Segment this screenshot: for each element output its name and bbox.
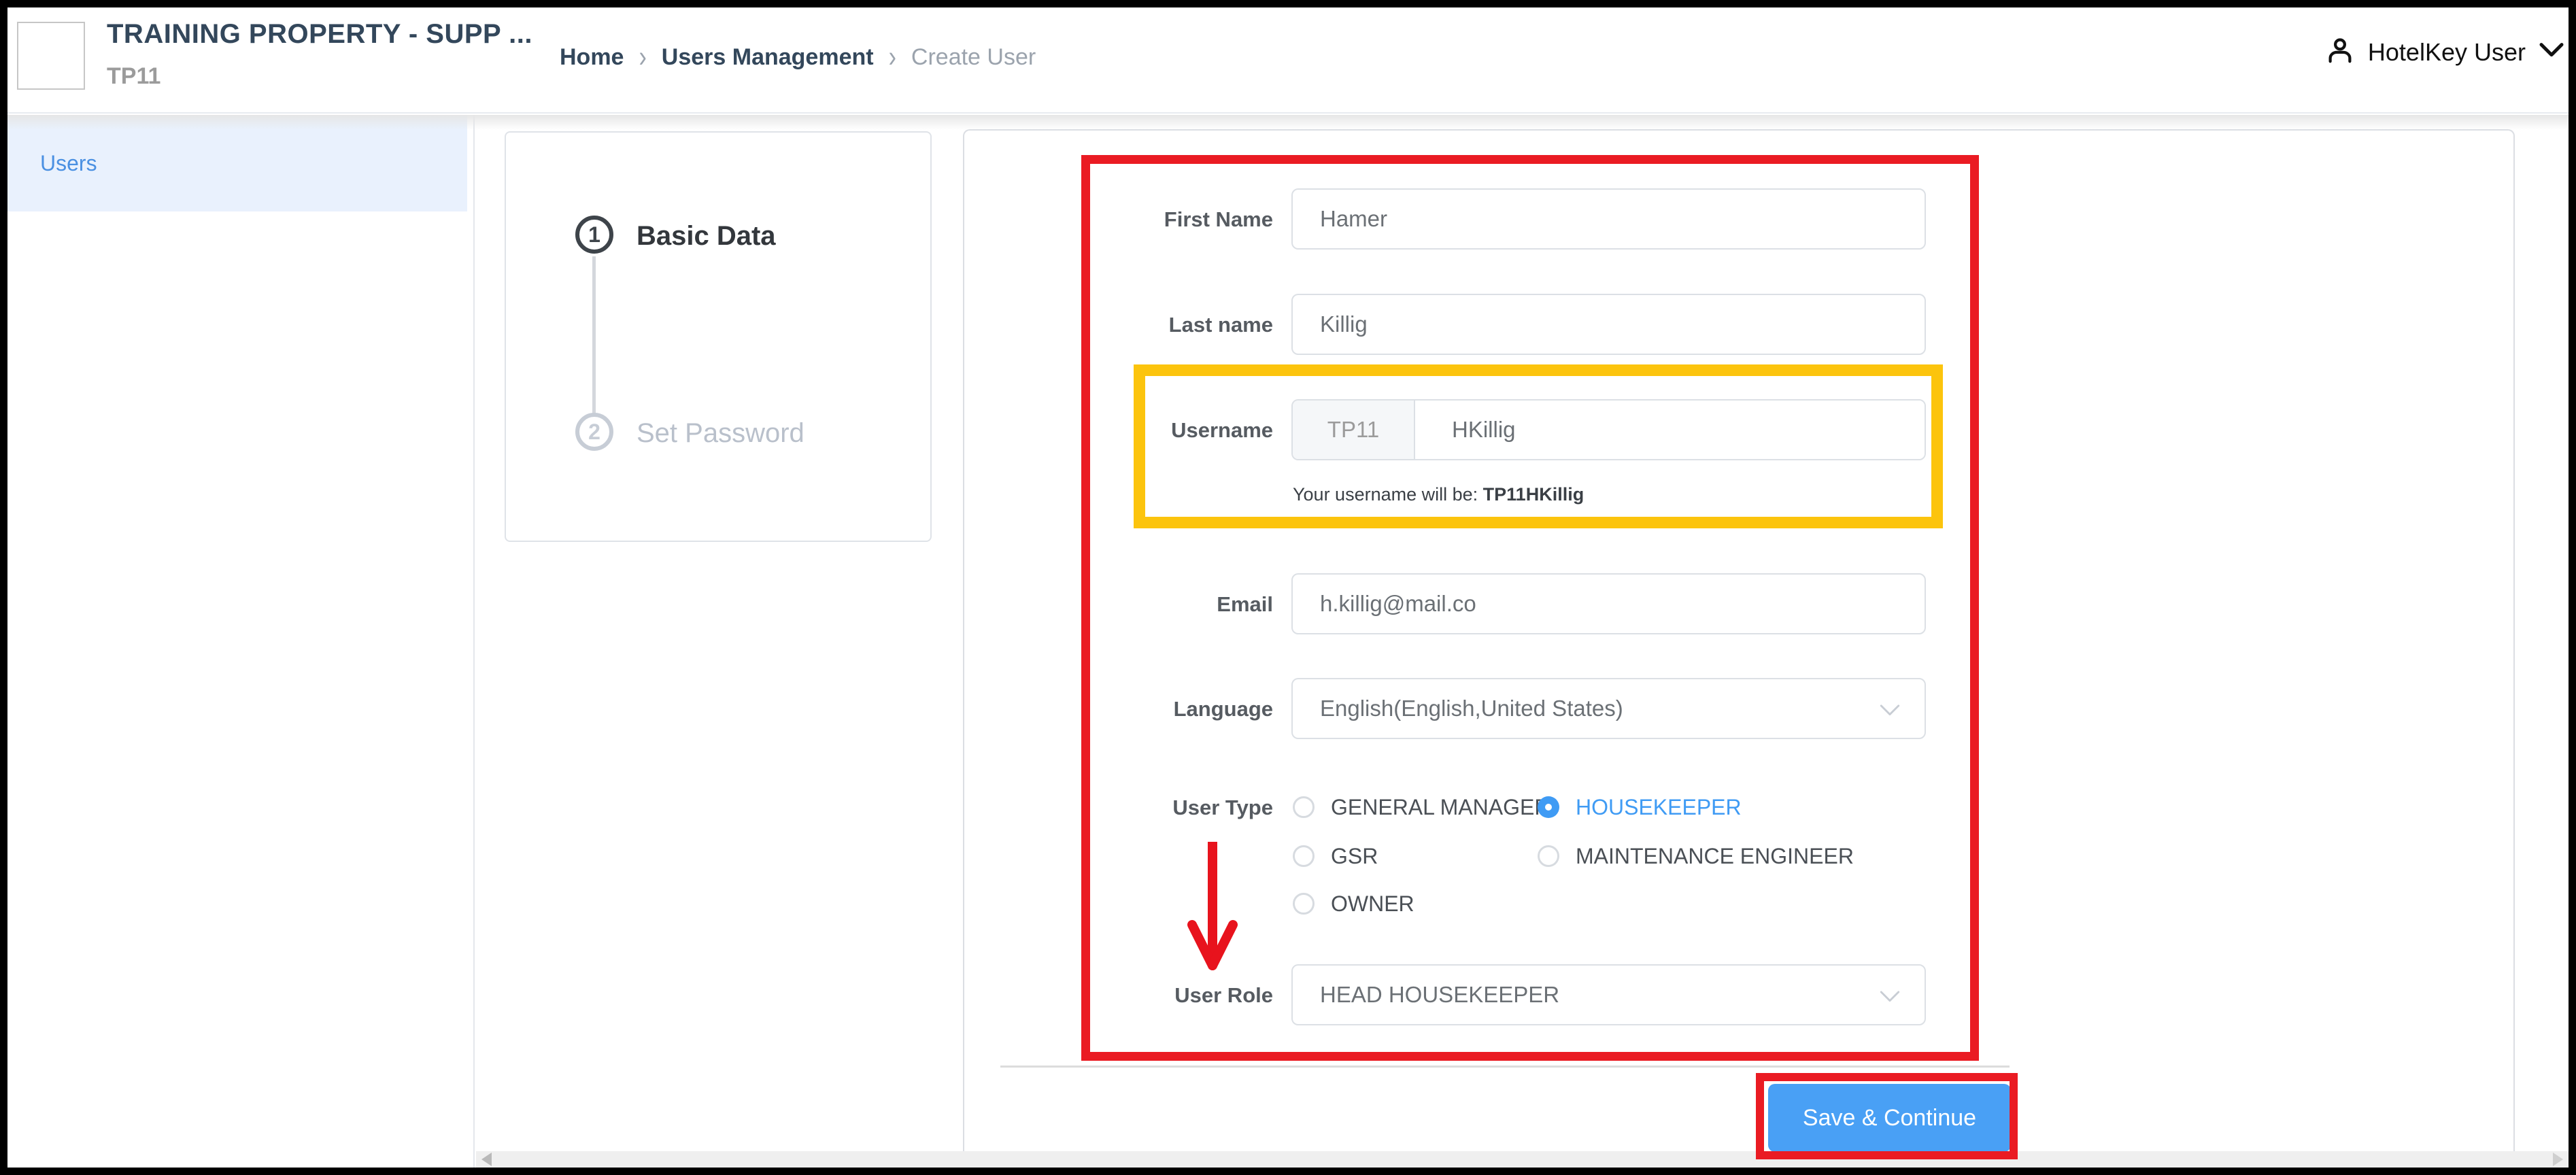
radio-label: OWNER	[1331, 891, 1414, 917]
property-name: TRAINING PROPERTY - SUPP ...	[107, 19, 532, 50]
sidebar: Users	[7, 115, 475, 1168]
username-hint-text: Your username will be:	[1293, 484, 1483, 505]
radio-circle-icon	[1293, 893, 1315, 915]
username-hint: Your username will be: TP11HKillig	[1293, 484, 1584, 505]
language-select[interactable]: English(English,United States)	[1291, 678, 1926, 739]
chevron-down-icon	[1878, 985, 1901, 1010]
username-hint-value: TP11HKillig	[1483, 484, 1584, 505]
radio-general-manager[interactable]: GENERAL MANAGER	[1293, 795, 1550, 819]
user-role-select[interactable]: HEAD HOUSEKEEPER	[1291, 964, 1926, 1025]
radio-maintenance-engineer[interactable]: MAINTENANCE ENGINEER	[1538, 844, 1854, 868]
radio-owner[interactable]: OWNER	[1293, 891, 1414, 916]
radio-circle-icon	[1538, 845, 1559, 867]
breadcrumb-separator-icon: ›	[639, 40, 646, 75]
username-input[interactable]	[1415, 401, 1925, 459]
wizard-steps-panel: 1 Basic Data 2 Set Password	[505, 131, 932, 542]
language-value: English(English,United States)	[1320, 696, 1623, 721]
property-logo	[17, 22, 85, 90]
last-name-input[interactable]	[1291, 294, 1926, 355]
step-2-label: Set Password	[637, 418, 804, 449]
breadcrumb-users-management[interactable]: Users Management	[662, 44, 874, 71]
radio-selected-icon	[1538, 796, 1559, 818]
top-header: TRAINING PROPERTY - SUPP ... TP11 Home ›…	[7, 7, 2569, 114]
chevron-down-icon	[2538, 40, 2565, 64]
breadcrumb-home[interactable]: Home	[560, 44, 624, 71]
save-continue-button[interactable]: Save & Continue	[1768, 1084, 2011, 1152]
first-name-input[interactable]	[1291, 188, 1926, 250]
step-connector-line	[592, 256, 596, 414]
radio-housekeeper[interactable]: HOUSEKEEPER	[1538, 795, 1742, 819]
step-2-circle: 2	[575, 413, 613, 451]
radio-label: MAINTENANCE ENGINEER	[1576, 844, 1854, 869]
username-prefix: TP11	[1293, 401, 1415, 459]
step-1-label: Basic Data	[637, 221, 776, 252]
chevron-down-icon	[1878, 698, 1901, 724]
sidebar-item-label: Users	[40, 151, 97, 176]
radio-label: GSR	[1331, 844, 1378, 869]
email-label: Email	[964, 592, 1273, 617]
username-input-group: TP11	[1291, 399, 1926, 460]
breadcrumb-separator-icon: ›	[889, 40, 896, 75]
form-footer-divider	[1000, 1066, 2010, 1068]
sidebar-item-users[interactable]: Users	[7, 115, 467, 211]
scroll-left-icon[interactable]	[481, 1153, 492, 1166]
radio-label: GENERAL MANAGER	[1331, 795, 1550, 820]
create-user-form: First Name Last name Username TP11 Your …	[963, 129, 2515, 1151]
property-code: TP11	[107, 63, 160, 90]
last-name-label: Last name	[964, 313, 1273, 337]
first-name-label: First Name	[964, 207, 1273, 232]
radio-label: HOUSEKEEPER	[1576, 795, 1742, 820]
user-role-label: User Role	[964, 983, 1273, 1008]
user-icon	[2324, 35, 2356, 69]
horizontal-scrollbar[interactable]	[476, 1151, 2569, 1168]
user-menu[interactable]: HotelKey User	[2324, 35, 2565, 69]
username-label: Username	[964, 418, 1273, 443]
breadcrumb-create-user: Create User	[911, 44, 1036, 71]
user-menu-label: HotelKey User	[2368, 38, 2526, 67]
radio-circle-icon	[1293, 845, 1315, 867]
user-role-value: HEAD HOUSEKEEPER	[1320, 982, 1559, 1008]
email-input[interactable]	[1291, 573, 1926, 634]
breadcrumb: Home › Users Management › Create User	[560, 44, 1036, 71]
user-type-label: User Type	[964, 796, 1273, 820]
language-label: Language	[964, 697, 1273, 721]
radio-circle-icon	[1293, 796, 1315, 818]
scroll-right-icon[interactable]	[2553, 1153, 2563, 1166]
step-1-circle: 1	[575, 216, 613, 254]
radio-gsr[interactable]: GSR	[1293, 844, 1378, 868]
app-window: TRAINING PROPERTY - SUPP ... TP11 Home ›…	[0, 0, 2576, 1175]
